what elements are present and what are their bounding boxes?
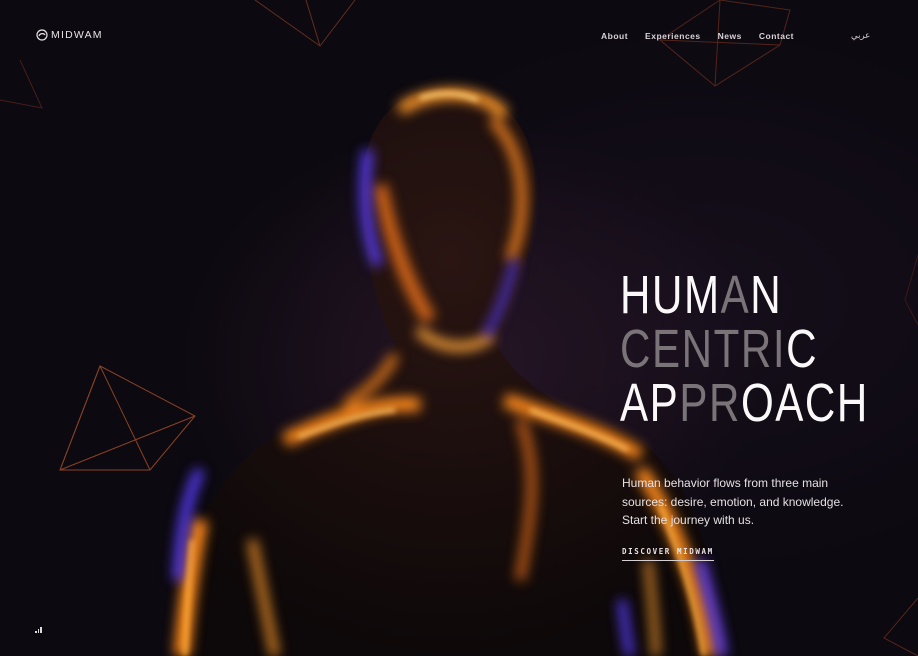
wireframe-pyramid-top bbox=[254, 0, 356, 47]
wireframe-pyramid-left bbox=[59, 365, 196, 471]
nav-item-about[interactable]: About bbox=[601, 31, 628, 41]
headline-text-dim: PR bbox=[679, 373, 741, 433]
sound-bars-icon[interactable] bbox=[35, 627, 42, 633]
discover-midwam-link[interactable]: DISCOVER MIDWAM bbox=[622, 547, 714, 561]
headline-text: N bbox=[750, 265, 783, 325]
headline-line-1: HUMAN bbox=[620, 268, 869, 322]
hero-headline: HUMAN CENTRIC APPROACH bbox=[620, 268, 918, 430]
headline-text: OACH bbox=[740, 373, 869, 433]
language-switch-arabic[interactable]: عربي bbox=[851, 31, 870, 41]
sound-bar bbox=[40, 627, 42, 633]
headline-line-2: CENTRIC bbox=[620, 322, 869, 376]
brand-name: MIDWAM bbox=[51, 29, 103, 41]
nav-item-news[interactable]: News bbox=[718, 31, 742, 41]
sound-bar bbox=[35, 631, 37, 633]
nav-item-contact[interactable]: Contact bbox=[759, 31, 794, 41]
headline-text-dim: A bbox=[720, 265, 751, 325]
wireframe-pyramid-left-edge bbox=[0, 59, 43, 109]
headline-text: C bbox=[786, 319, 819, 379]
brand-logo[interactable]: MIDWAM bbox=[36, 29, 103, 41]
nav-item-experiences[interactable]: Experiences bbox=[645, 31, 701, 41]
headline-text-dim: CENTRI bbox=[620, 319, 787, 379]
midwam-swirl-logo-icon bbox=[36, 29, 48, 41]
headline-line-3: APPROACH bbox=[620, 376, 869, 430]
hero-description: Human behavior flows from three main sou… bbox=[622, 476, 844, 527]
wireframe-pyramid-bottom-right bbox=[883, 597, 918, 656]
headline-text: HUM bbox=[620, 265, 721, 325]
headline-text: AP bbox=[620, 373, 680, 433]
wireframe-pyramid-top-right bbox=[659, 0, 791, 87]
sound-bar bbox=[37, 629, 39, 633]
main-nav: About Experiences News Contact bbox=[601, 31, 794, 41]
